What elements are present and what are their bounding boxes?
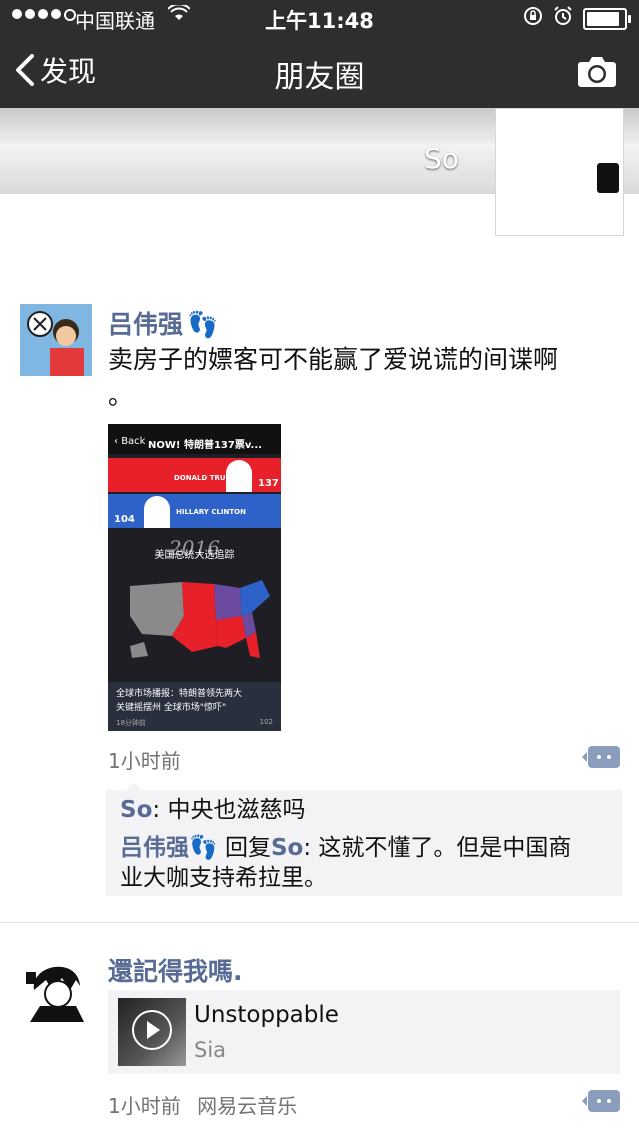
tracker-heading: 2016 美国总统大选追踪 <box>108 536 281 561</box>
post1-comment-button[interactable] <box>582 746 620 768</box>
tracker-title: 美国总统大选追踪 <box>154 550 235 561</box>
comment-2-reply-word: 回复 <box>224 835 271 861</box>
post1-time: 1小时前 <box>108 749 181 773</box>
image-caption: 全球市场播报：特朗普领先两大 关键摇摆州 全球市场"惊吓" 18分钟前 102 <box>108 682 281 731</box>
comment-2-text-line1: 这就不懂了。但是中国商 <box>318 835 572 861</box>
nav-bar: 发现 朋友圈 <box>0 36 639 108</box>
comment-2-cont: 业大咖支持希拉里。 <box>120 862 327 894</box>
music-cover <box>118 998 186 1066</box>
post2-music-card[interactable]: Unstoppable Sia <box>108 990 620 1074</box>
comment-1[interactable]: So: 中央也滋慈吗 <box>120 794 305 826</box>
image-nav-title: NOW! 特朗普137票v... <box>148 440 262 451</box>
us-map <box>130 580 270 658</box>
footprints-icon: 👣 <box>189 835 218 861</box>
caption-time: 18分钟前 <box>116 719 146 727</box>
post2-meta: 1小时前 网易云音乐 <box>108 1090 297 1119</box>
music-artist: Sia <box>194 1038 227 1062</box>
post1-username[interactable]: 吕伟强 👣 <box>108 305 218 341</box>
post2-username[interactable]: 還記得我嗎. <box>108 952 243 988</box>
camera-button[interactable] <box>577 54 617 88</box>
trump-portrait-icon <box>226 460 252 492</box>
avatar-post1[interactable] <box>20 304 92 376</box>
post1-text-line2: 。 <box>108 381 134 410</box>
avatar-post2[interactable] <box>20 950 92 1022</box>
page-title: 朋友圈 <box>274 60 365 95</box>
trump-votes: 137 <box>258 478 279 489</box>
alarm-icon <box>553 6 573 31</box>
clinton-banner: 104 HILLARY CLINTON <box>108 494 281 528</box>
footprints-icon: 👣 <box>187 310 219 339</box>
trump-banner: DONALD TRUMP 137 <box>108 458 281 492</box>
post1-image[interactable]: ‹ Back NOW! 特朗普137票v... DONALD TRUMP 137… <box>108 424 281 731</box>
status-bar: 中国联通 上午11:48 <box>0 0 639 36</box>
post1-comments: So: 中央也滋慈吗 吕伟强👣 回复So: 这就不懂了。但是中国商 业大咖支持希… <box>106 782 622 896</box>
comment-2-user[interactable]: 吕伟强 <box>120 835 189 861</box>
post1-text-line1: 卖房子的嫖客可不能赢了爱说谎的间谍啊 <box>108 345 559 374</box>
comment-2-text-line2: 业大咖支持希拉里。 <box>120 865 327 891</box>
comment-2[interactable]: 吕伟强👣 回复So: 这就不懂了。但是中国商 <box>120 832 571 864</box>
rotation-lock-icon <box>523 6 543 31</box>
caption-line1: 全球市场播报：特朗普领先两大 <box>116 689 243 699</box>
post2-time: 1小时前 <box>108 1094 181 1118</box>
top-bar: 中国联通 上午11:48 发现 朋友圈 <box>0 0 639 108</box>
clinton-votes: 104 <box>114 514 135 525</box>
caption-line2: 关键摇摆州 全球市场"惊吓" <box>116 703 227 713</box>
battery-icon <box>583 7 631 30</box>
comment-1-user[interactable]: So <box>120 797 152 823</box>
camera-icon <box>578 57 616 87</box>
post-divider <box>0 922 639 923</box>
my-name: So <box>424 142 459 175</box>
play-icon[interactable] <box>132 1010 172 1050</box>
clinton-name: HILLARY CLINTON <box>176 508 246 516</box>
my-avatar[interactable] <box>495 108 624 236</box>
comment-1-text: 中央也滋慈吗 <box>167 797 306 823</box>
image-back-label: Back <box>121 436 146 447</box>
image-nav-bar: ‹ Back NOW! 特朗普137票v... <box>108 424 281 454</box>
post1-username-text: 吕伟强 <box>108 310 184 339</box>
system-icons <box>523 6 631 31</box>
post2-comment-button[interactable] <box>582 1090 620 1112</box>
clinton-portrait-icon <box>144 496 170 528</box>
comment-2-reply-to[interactable]: So <box>271 835 303 861</box>
caption-count: 102 <box>259 718 273 726</box>
post2-source[interactable]: 网易云音乐 <box>197 1094 297 1118</box>
post1-text: 卖房子的嫖客可不能赢了爱说谎的间谍啊 。 <box>108 342 558 414</box>
music-title: Unstoppable <box>194 1002 339 1028</box>
